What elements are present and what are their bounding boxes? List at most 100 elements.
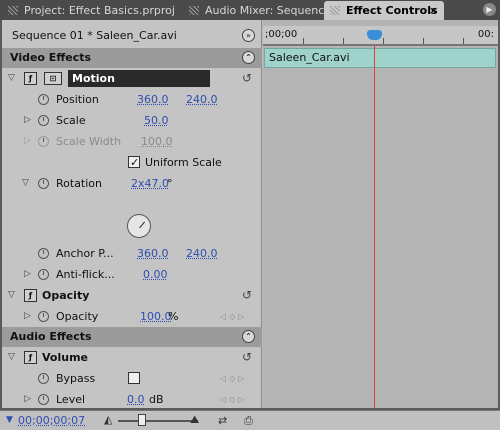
- zoom-in-mountain-icon[interactable]: ⛰: [190, 413, 199, 427]
- tab-audio-mixer[interactable]: Audio Mixer: Sequence 01: [183, 1, 349, 20]
- stopwatch-icon[interactable]: [38, 115, 49, 126]
- fx-toggle-icon[interactable]: ƒ: [24, 289, 37, 302]
- effect-row-opacity: ▽ ƒ Opacity ↺: [2, 285, 262, 306]
- effect-controls-panel: Sequence 01 * Saleen_Car.avi » Video Eff…: [0, 20, 500, 410]
- param-row-anchor-point: Anchor P... 360.0 240.0: [2, 243, 262, 264]
- effect-name-opacity: Opacity: [42, 289, 90, 302]
- stopwatch-icon[interactable]: [38, 178, 49, 189]
- collapse-triangle-icon[interactable]: ▽: [8, 347, 15, 368]
- effects-list: Sequence 01 * Saleen_Car.avi » Video Eff…: [2, 20, 262, 408]
- ruler-start-time: ;00;00: [265, 29, 298, 40]
- tab-effect-controls-label: Effect Controls: [346, 4, 438, 17]
- param-row-rotation: ▽ Rotation 2x47.0 °: [2, 173, 262, 194]
- param-row-opacity: ▷ Opacity 100.0 % ◁◇▷: [2, 306, 262, 327]
- position-x-value[interactable]: 360.0: [137, 89, 169, 110]
- keyframe-nav-icon[interactable]: ◁◇▷: [220, 389, 247, 410]
- rotation-unit: °: [167, 177, 173, 190]
- export-icon[interactable]: ⎙: [244, 414, 253, 428]
- expand-triangle-icon[interactable]: ▷: [24, 264, 31, 285]
- reset-icon[interactable]: ↺: [242, 285, 252, 306]
- fx-toggle-icon[interactable]: ƒ: [24, 72, 37, 85]
- playhead-handle[interactable]: [367, 30, 382, 40]
- fx-toggle-icon[interactable]: ƒ: [24, 351, 37, 364]
- param-row-scale: ▷ Scale 50.0: [2, 110, 262, 131]
- param-label-level: Level: [56, 393, 86, 406]
- expand-triangle-icon[interactable]: ▷: [24, 389, 31, 410]
- uniform-scale-checkbox[interactable]: [128, 152, 140, 173]
- video-effects-label: Video Effects: [10, 51, 92, 64]
- sequence-header: Sequence 01 * Saleen_Car.avi »: [2, 26, 262, 46]
- expand-triangle-icon[interactable]: ▷: [24, 110, 31, 131]
- clip-bar[interactable]: Saleen_Car.avi: [264, 48, 496, 68]
- anchor-x-value[interactable]: 360.0: [137, 243, 169, 264]
- tab-project[interactable]: Project: Effect Basics.prproj: [2, 1, 180, 20]
- level-value[interactable]: 0.0: [127, 389, 145, 410]
- audio-effects-header: Audio Effects ⌃: [2, 327, 262, 347]
- stopwatch-icon[interactable]: [38, 248, 49, 259]
- panel-tab-bar: Project: Effect Basics.prproj Audio Mixe…: [0, 0, 500, 20]
- param-label-anchor-point: Anchor P...: [56, 247, 114, 260]
- param-row-anti-flicker: ▷ Anti-flick... 0.00: [2, 264, 262, 285]
- sequence-clip-label: Sequence 01 * Saleen_Car.avi: [12, 29, 177, 42]
- collapse-section-button[interactable]: ⌃: [242, 330, 255, 343]
- stopwatch-icon[interactable]: [38, 269, 49, 280]
- opacity-unit: %: [168, 310, 179, 323]
- collapse-triangle-icon[interactable]: ▽: [22, 173, 29, 194]
- effect-row-motion: ▽ ƒ ⊡ Motion ↺: [2, 68, 262, 89]
- audio-effects-label: Audio Effects: [10, 330, 92, 343]
- close-icon[interactable]: ×: [429, 1, 438, 20]
- stopwatch-icon[interactable]: [38, 394, 49, 405]
- current-timecode[interactable]: 00;00;00;07: [18, 414, 85, 427]
- param-row-level: ▷ Level 0.0 dB ◁◇▷: [2, 389, 262, 410]
- tab-project-label: Project: Effect Basics.prproj: [24, 4, 175, 17]
- param-row-position: Position 360.0 240.0: [2, 89, 262, 110]
- play-audio-icon[interactable]: ▼: [6, 415, 13, 425]
- video-effects-header: Video Effects ⌃: [2, 48, 262, 68]
- zoom-slider-handle[interactable]: [138, 414, 146, 426]
- param-label-position: Position: [56, 93, 99, 106]
- opacity-value[interactable]: 100.0: [140, 306, 172, 327]
- panel-menu-button[interactable]: ▶: [483, 3, 496, 16]
- anchor-y-value[interactable]: 240.0: [186, 243, 218, 264]
- work-area-bar[interactable]: [263, 44, 498, 46]
- motion-transform-icon[interactable]: ⊡: [44, 72, 62, 85]
- loop-audio-icon[interactable]: ⇄: [218, 414, 227, 427]
- time-ruler[interactable]: ;00;00 00:: [263, 26, 498, 46]
- param-row-bypass: Bypass ◁◇▷: [2, 368, 262, 389]
- param-label-bypass: Bypass: [56, 372, 96, 385]
- zoom-slider-track[interactable]: [118, 420, 198, 422]
- keyframe-nav-icon[interactable]: ◁◇▷: [220, 368, 247, 389]
- anti-flicker-value[interactable]: 0.00: [143, 264, 168, 285]
- show-hide-timeline-button[interactable]: »: [242, 29, 255, 42]
- effect-name-volume: Volume: [42, 351, 88, 364]
- collapse-triangle-icon[interactable]: ▽: [8, 68, 15, 89]
- grip-icon: [8, 6, 18, 15]
- stopwatch-icon: [38, 136, 49, 147]
- reset-icon[interactable]: ↺: [242, 68, 252, 89]
- scale-width-value: 100.0: [141, 135, 173, 148]
- collapse-section-button[interactable]: ⌃: [242, 51, 255, 64]
- keyframe-nav-icon[interactable]: ◁◇▷: [220, 306, 247, 327]
- param-label-anti-flicker: Anti-flick...: [56, 268, 115, 281]
- stopwatch-icon[interactable]: [38, 373, 49, 384]
- param-row-uniform-scale: Uniform Scale: [2, 152, 262, 173]
- timeline-area[interactable]: ;00;00 00: Saleen_Car.avi: [263, 20, 498, 408]
- position-y-value[interactable]: 240.0: [186, 89, 218, 110]
- stopwatch-icon[interactable]: [38, 311, 49, 322]
- reset-icon[interactable]: ↺: [242, 347, 252, 368]
- zoom-out-mountain-icon[interactable]: ◭: [104, 413, 112, 426]
- rotation-value[interactable]: 2x47.0: [131, 173, 169, 194]
- rotation-dial-row: [2, 194, 262, 238]
- bypass-checkbox[interactable]: [128, 372, 140, 384]
- scale-value[interactable]: 50.0: [144, 110, 169, 131]
- grip-icon: [330, 6, 340, 15]
- param-label-scale: Scale: [56, 114, 86, 127]
- param-row-scale-width: ▷ Scale Width 100.0: [2, 131, 262, 152]
- bottom-toolbar: ▼ 00;00;00;07 ◭ ⛰ ⇄ ⎙: [0, 410, 500, 430]
- tab-effect-controls[interactable]: Effect Controls ×: [324, 1, 444, 20]
- stopwatch-icon[interactable]: [38, 94, 49, 105]
- effect-name-motion[interactable]: Motion: [68, 70, 210, 87]
- expand-triangle-icon[interactable]: ▷: [24, 306, 31, 327]
- collapse-triangle-icon[interactable]: ▽: [8, 285, 15, 306]
- rotation-dial[interactable]: [127, 214, 151, 238]
